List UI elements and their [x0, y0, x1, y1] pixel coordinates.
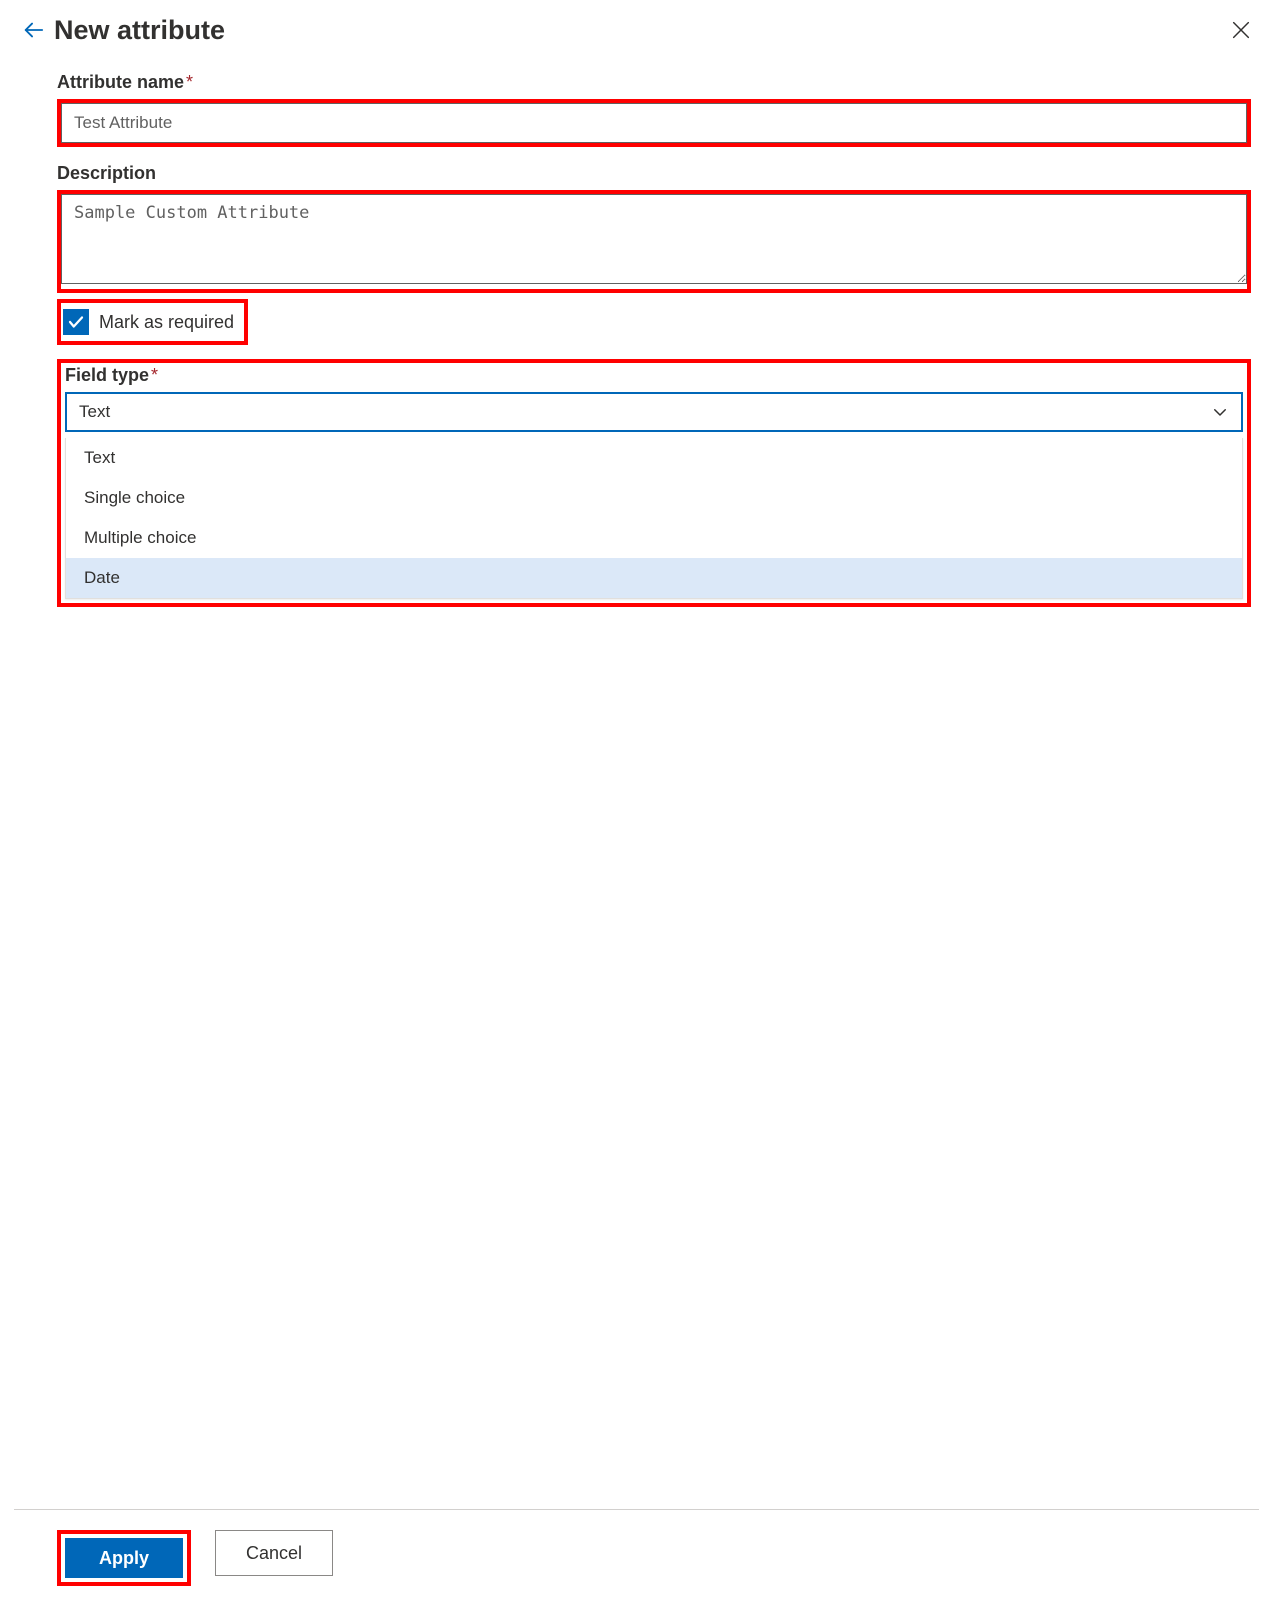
required-star-icon: * — [184, 72, 193, 92]
field-type-label: Field type* — [65, 365, 158, 386]
required-star-icon: * — [149, 365, 158, 385]
field-type-options-list: Text Single choice Multiple choice Date — [65, 438, 1243, 599]
field-type-option[interactable]: Multiple choice — [66, 518, 1242, 558]
mark-required-label: Mark as required — [99, 312, 234, 333]
mark-required-checkbox-row[interactable]: Mark as required — [57, 299, 248, 345]
cancel-button[interactable]: Cancel — [215, 1530, 333, 1576]
attribute-name-input[interactable] — [61, 103, 1247, 143]
attribute-name-label: Attribute name* — [57, 72, 193, 93]
field-type-option[interactable]: Single choice — [66, 478, 1242, 518]
field-type-dropdown[interactable]: Text — [65, 392, 1243, 432]
field-type-option[interactable]: Date — [66, 558, 1242, 598]
checkbox-checked-icon[interactable] — [63, 309, 89, 335]
close-icon[interactable] — [1227, 16, 1255, 44]
description-textarea[interactable]: Sample Custom Attribute — [61, 194, 1247, 284]
page-title: New attribute — [54, 14, 225, 46]
chevron-down-icon — [1211, 403, 1229, 421]
back-arrow-icon[interactable] — [18, 15, 48, 45]
apply-button[interactable]: Apply — [65, 1538, 183, 1578]
description-label: Description — [57, 163, 156, 184]
field-type-option[interactable]: Text — [66, 438, 1242, 478]
field-type-selected-value: Text — [79, 402, 110, 422]
